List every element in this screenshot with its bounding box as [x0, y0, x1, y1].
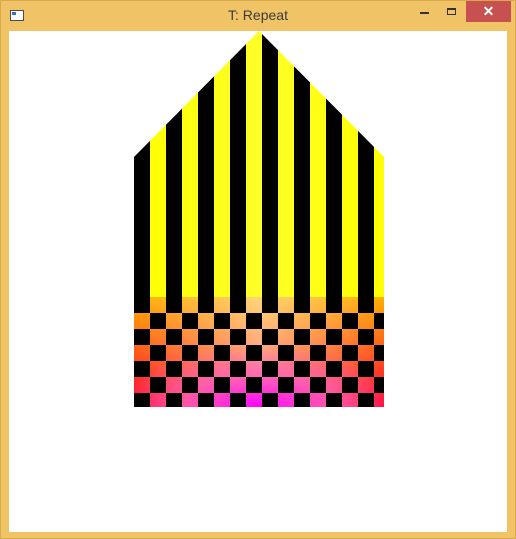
- close-icon: ✕: [482, 3, 495, 19]
- maximize-icon: [447, 8, 456, 15]
- app-window: T: Repeat ✕: [0, 0, 516, 539]
- house-shape: [134, 31, 384, 407]
- title-bar[interactable]: T: Repeat ✕: [1, 1, 515, 31]
- minimize-button[interactable]: [411, 1, 437, 22]
- stripe-region: [134, 31, 384, 297]
- client-area: [9, 31, 507, 532]
- maximize-button[interactable]: [438, 1, 465, 22]
- minimize-icon: [419, 11, 429, 14]
- checker-region: [134, 297, 384, 407]
- close-button[interactable]: ✕: [466, 1, 511, 22]
- repeat-pattern-canvas: [134, 31, 384, 407]
